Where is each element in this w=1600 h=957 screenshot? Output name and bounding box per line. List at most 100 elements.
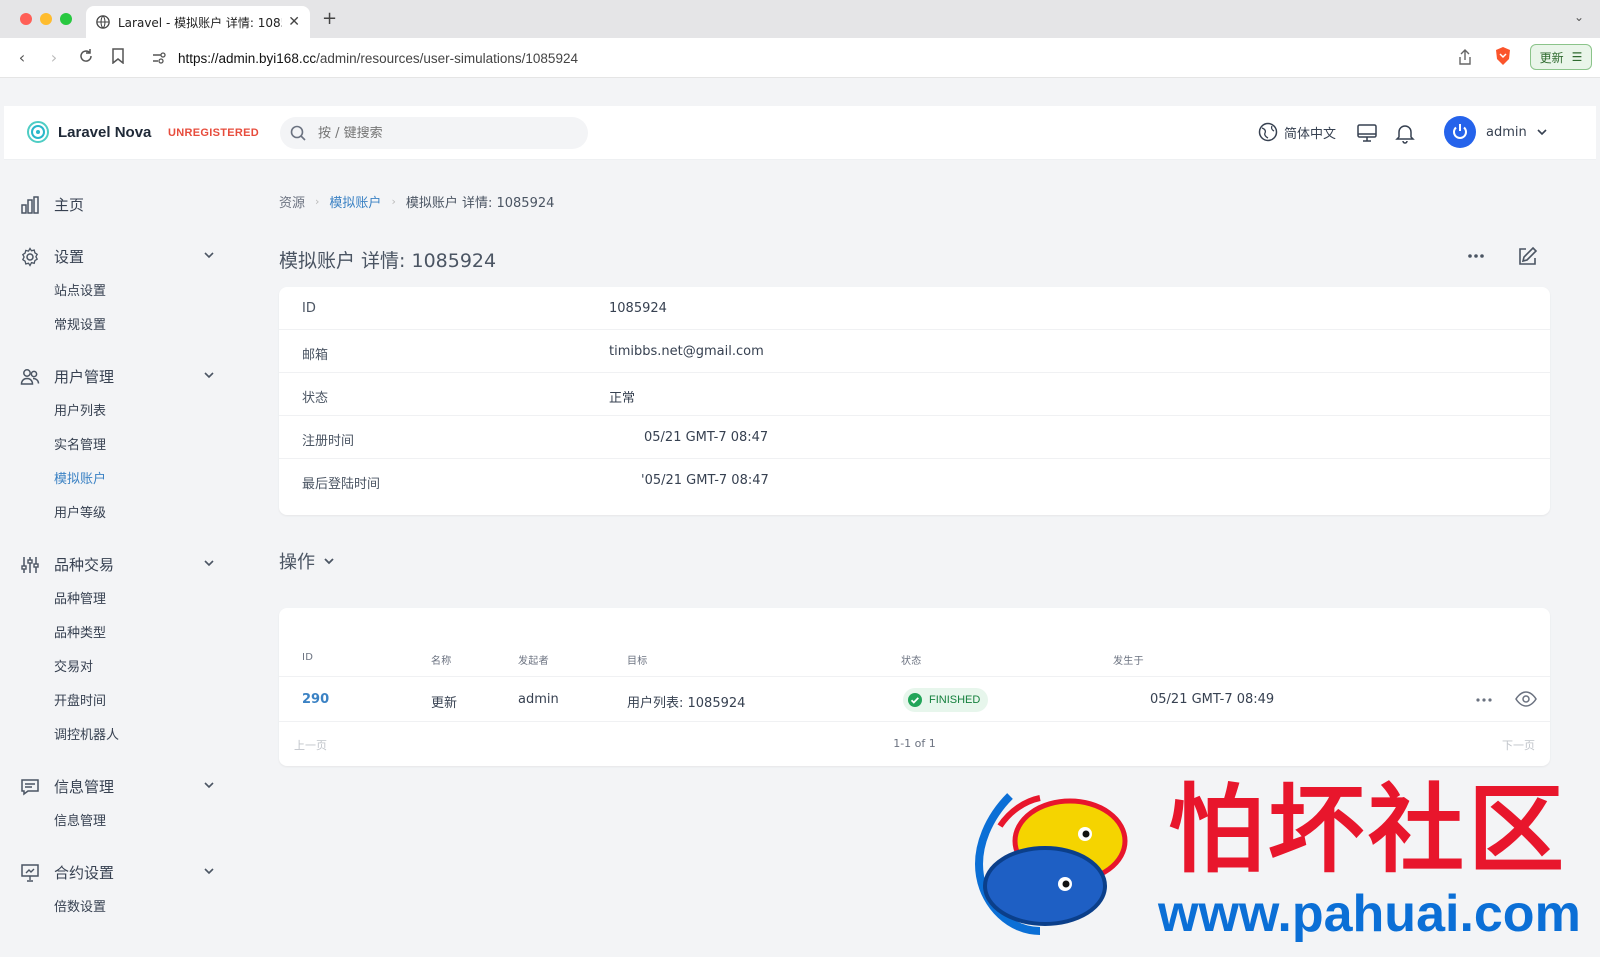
breadcrumb-current: 模拟账户 详情: 1085924 — [405, 196, 555, 211]
sidebar-item-site-settings[interactable]: 站点设置 — [54, 280, 106, 299]
sidebar-item-trading-pairs[interactable]: 交易对 — [54, 656, 93, 675]
column-header-id[interactable]: ID — [302, 652, 313, 663]
new-tab-button[interactable]: + — [322, 8, 337, 29]
chevron-down-icon — [204, 868, 214, 875]
column-header-occurred-at[interactable]: 发生于 — [1113, 652, 1144, 667]
language-switcher[interactable]: 简体中文 — [1258, 122, 1336, 142]
bell-icon[interactable] — [1394, 122, 1416, 144]
update-label: 更新 — [1539, 50, 1564, 65]
nova-logo-icon — [27, 121, 49, 143]
back-button[interactable]: ‹ — [12, 48, 32, 68]
sidebar-item-simulated-accounts[interactable]: 模拟账户 — [54, 468, 106, 487]
sidebar-item-multiplier-settings[interactable]: 倍数设置 — [54, 896, 106, 915]
sidebar-item-general-settings[interactable]: 常规设置 — [54, 314, 106, 333]
sidebar-group-messages[interactable]: 信息管理 — [20, 776, 215, 797]
sidebar-group-trading[interactable]: 品种交易 — [20, 554, 215, 575]
bookmark-icon — [112, 48, 124, 65]
more-actions-icon[interactable] — [1466, 250, 1486, 262]
detail-row-status: 状态 正常 — [279, 373, 1550, 416]
sidebar-group-label: 合约设置 — [54, 864, 115, 882]
chevron-down-icon — [204, 782, 214, 789]
sidebar-item-message-management[interactable]: 信息管理 — [54, 810, 106, 829]
tab-list-chevron-icon[interactable]: ⌄ — [1574, 10, 1584, 24]
sidebar-item-home[interactable]: 主页 — [20, 194, 215, 215]
next-page-button[interactable]: 下一页 — [1502, 737, 1535, 753]
breadcrumb-root[interactable]: 资源 — [279, 192, 305, 211]
sidebar-group-settings[interactable]: 设置 — [20, 246, 215, 267]
brand-name: Laravel Nova — [58, 123, 152, 141]
bookmark-button[interactable] — [108, 48, 128, 68]
sidebar-group-users[interactable]: 用户管理 — [20, 366, 215, 387]
app-logo[interactable]: Laravel Nova — [26, 120, 151, 144]
status-label: FINISHED — [929, 694, 981, 706]
detail-row-email: 邮箱 timibbs.net@gmail.com — [279, 330, 1550, 373]
close-window-button[interactable] — [20, 13, 32, 25]
address-bar: ‹ › https://admin.byi168.cc/admin/resour… — [0, 38, 1600, 78]
detail-label: 状态 — [302, 391, 329, 406]
chevron-down-icon — [204, 252, 214, 259]
table-row: 290 更新 admin 用户列表: 1085924 FINISHED 05/2… — [279, 676, 1550, 722]
detail-row-registered-at: 注册时间 05/21 GMT-7 08:47 — [279, 416, 1550, 459]
language-label: 简体中文 — [1284, 126, 1337, 142]
detail-value: timibbs.net@gmail.com — [609, 344, 764, 359]
column-header-target[interactable]: 目标 — [627, 652, 648, 667]
update-button[interactable]: 更新 ☰ — [1530, 44, 1592, 70]
sidebar-item-product-management[interactable]: 品种管理 — [54, 588, 106, 607]
search-input[interactable] — [318, 125, 568, 141]
user-menu[interactable]: admin — [1444, 116, 1547, 148]
sidebar-item-user-levels[interactable]: 用户等级 — [54, 502, 106, 521]
close-tab-icon[interactable]: ✕ — [288, 14, 300, 30]
forward-button[interactable]: › — [44, 48, 64, 68]
reload-button[interactable] — [76, 48, 96, 68]
sidebar-item-real-name[interactable]: 实名管理 — [54, 434, 106, 453]
site-settings-icon[interactable] — [152, 51, 166, 65]
global-search[interactable] — [280, 117, 588, 149]
action-occurred-at: 05/21 GMT-7 08:49 — [1150, 692, 1275, 707]
brave-shield-icon[interactable] — [1494, 46, 1512, 66]
breadcrumb-parent-link[interactable]: 模拟账户 — [329, 192, 381, 211]
sidebar-item-product-types[interactable]: 品种类型 — [54, 622, 106, 641]
globe-icon — [96, 15, 110, 29]
chevron-down-icon — [204, 560, 214, 567]
browser-tab[interactable]: Laravel - 模拟账户 详情: 1085924 ✕ — [86, 6, 310, 38]
action-id-link[interactable]: 290 — [302, 692, 329, 707]
sidebar-group-label: 用户管理 — [54, 368, 115, 386]
watermark-url: www.pahuai.com — [1158, 885, 1581, 943]
share-icon[interactable] — [1456, 48, 1474, 66]
sidebar-group-contracts[interactable]: 合约设置 — [20, 862, 215, 883]
detail-label: 注册时间 — [302, 434, 355, 449]
message-icon — [21, 778, 39, 795]
sidebar: 主页 设置 站点设置 常规设置 用户管理 用户列表 实名管理 模拟账户 用户等级… — [0, 160, 230, 957]
minimize-window-button[interactable] — [40, 13, 52, 25]
chevron-right-icon: › — [391, 195, 396, 208]
column-header-name[interactable]: 名称 — [431, 652, 452, 667]
users-icon — [20, 368, 40, 385]
edit-icon[interactable] — [1516, 246, 1538, 268]
column-header-status[interactable]: 状态 — [901, 652, 922, 667]
actions-table: ID 名称 发起者 目标 状态 发生于 290 更新 admin 用户列表: 1… — [279, 608, 1550, 766]
sidebar-item-user-list[interactable]: 用户列表 — [54, 400, 106, 419]
breadcrumb: 资源 › 模拟账户 › 模拟账户 详情: 1085924 — [279, 192, 554, 211]
actions-section-toggle[interactable]: 操作 — [279, 548, 335, 574]
sidebar-item-opening-hours[interactable]: 开盘时间 — [54, 690, 106, 709]
detail-label: 最后登陆时间 — [302, 477, 381, 492]
detail-value: 1085924 — [609, 301, 667, 316]
action-target: 用户列表: 1085924 — [627, 696, 746, 711]
chevron-right-icon: › — [315, 195, 320, 208]
tab-title: Laravel - 模拟账户 详情: 1085924 — [118, 15, 282, 30]
check-circle-icon — [908, 693, 922, 707]
sidebar-item-control-robot[interactable]: 调控机器人 — [54, 724, 119, 743]
chevron-down-icon — [1537, 129, 1547, 136]
detail-row-id: ID 1085924 — [279, 287, 1550, 330]
actions-section-title: 操作 — [279, 552, 315, 573]
reload-icon — [80, 49, 92, 62]
avatar — [1444, 116, 1476, 148]
column-header-initiator[interactable]: 发起者 — [518, 652, 549, 667]
url-text: https://admin.byi168.cc/admin/resources/… — [178, 51, 578, 66]
detail-value: 05/21 GMT-7 08:47 — [644, 430, 769, 445]
maximize-window-button[interactable] — [60, 13, 72, 25]
eye-icon[interactable] — [1515, 690, 1537, 708]
url-field[interactable]: https://admin.byi168.cc/admin/resources/… — [140, 44, 1500, 72]
monitor-icon[interactable] — [1356, 122, 1378, 144]
more-actions-icon[interactable] — [1475, 695, 1493, 705]
